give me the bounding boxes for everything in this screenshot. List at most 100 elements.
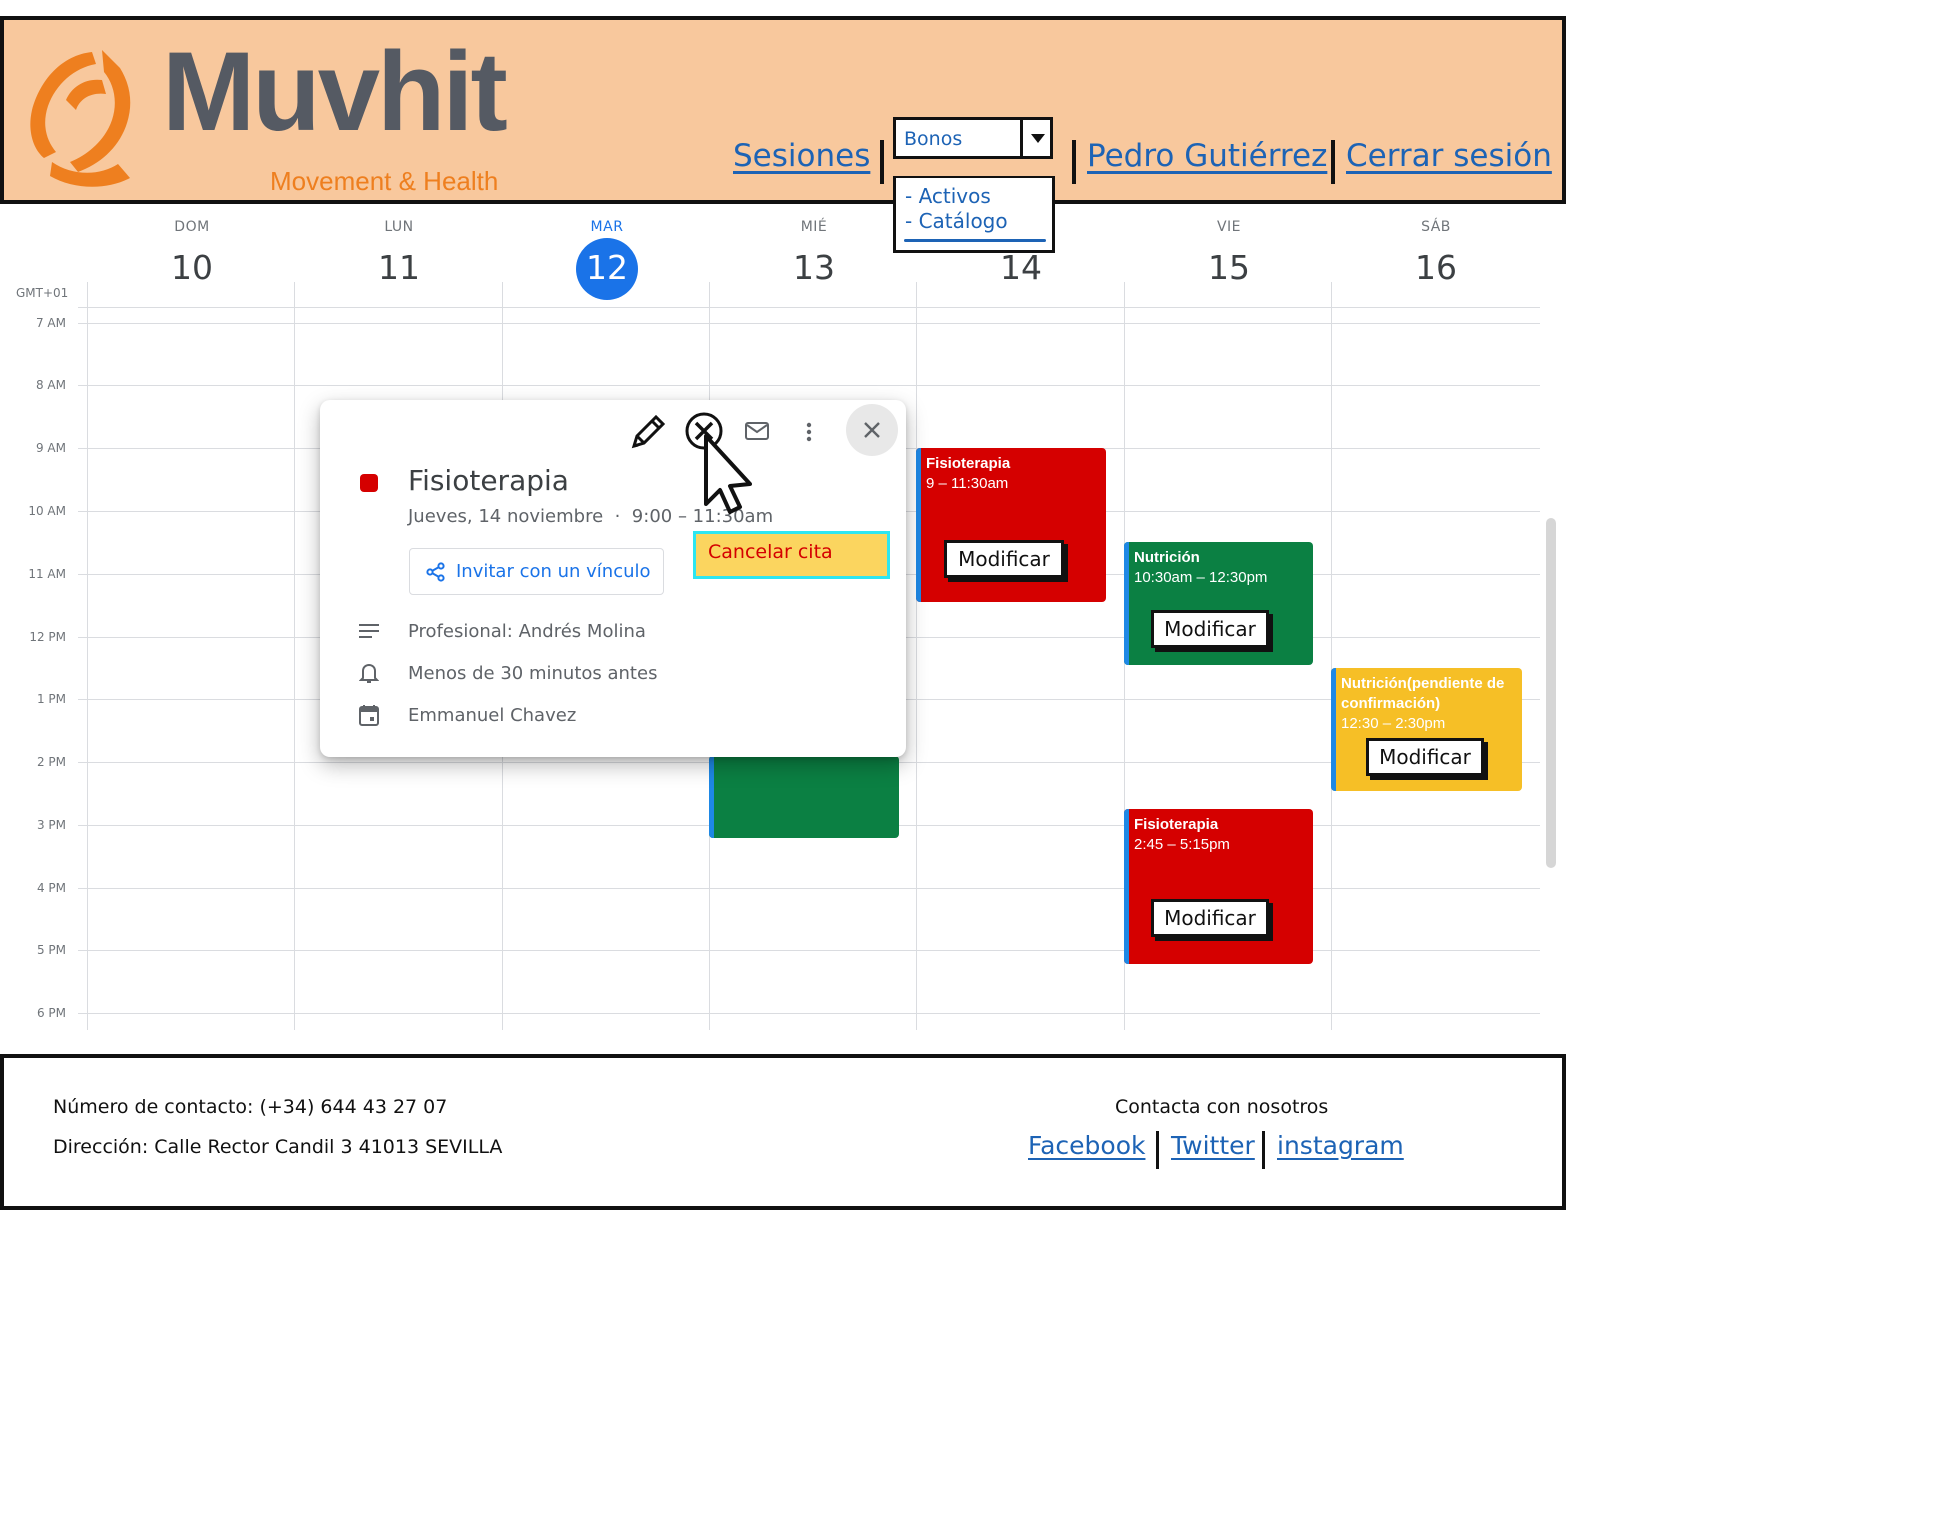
nav-separator xyxy=(1072,140,1076,184)
nav-link-user[interactable]: Pedro Gutiérrez xyxy=(1087,138,1327,175)
brand-tagline: Movement & Health xyxy=(270,166,499,196)
hour-label: 7 AM xyxy=(35,316,66,330)
modify-button[interactable]: Modificar xyxy=(1151,899,1269,937)
nav-separator xyxy=(880,140,884,184)
day-of-week: MIÉ xyxy=(800,219,828,235)
hour-line xyxy=(78,385,1540,386)
hour-label: 12 PM xyxy=(29,630,66,644)
event-title: Nutrición(pendiente de confirmación) xyxy=(1341,675,1505,712)
hour-label: 10 AM xyxy=(28,504,66,518)
day-of-week-today: MAR xyxy=(590,219,624,235)
invite-link-label: Invitar con un vínculo xyxy=(456,561,651,582)
calendar-event[interactable] xyxy=(709,756,899,838)
nav-link-logout[interactable]: Cerrar sesión xyxy=(1346,138,1552,175)
footer-link-facebook[interactable]: Facebook xyxy=(1028,1131,1145,1160)
day-number[interactable]: 13 xyxy=(764,246,864,290)
hour-line xyxy=(78,888,1540,889)
bonos-dropdown[interactable]: Bonos xyxy=(893,117,1053,159)
bonos-option-catalogo[interactable]: - Catálogo xyxy=(905,209,1008,233)
mouse-cursor-icon xyxy=(698,430,758,524)
day-number-today[interactable]: 12 xyxy=(557,246,657,290)
more-options-icon[interactable] xyxy=(798,419,820,449)
brand-name: Muvhit xyxy=(162,29,508,154)
day-number[interactable]: 11 xyxy=(349,246,449,290)
event-title: Fisioterapia xyxy=(1134,816,1219,833)
nav-separator xyxy=(1331,140,1335,184)
popup-professional-row: Profesional: Andrés Molina xyxy=(358,620,646,642)
event-time: 9 – 11:30am xyxy=(926,475,1009,492)
bell-icon xyxy=(358,662,380,684)
popup-event-date: Jueves, 14 noviembre xyxy=(408,506,604,527)
logo-swirl-icon xyxy=(30,50,131,187)
contact-heading: Contacta con nosotros xyxy=(1115,1096,1329,1118)
grid-header-line xyxy=(78,307,1540,308)
hour-label: 4 PM xyxy=(36,881,66,895)
grid-column-line xyxy=(1331,282,1332,1030)
hour-label: 8 AM xyxy=(35,378,66,392)
day-of-week: DOM xyxy=(174,219,210,235)
invite-link-button[interactable]: Invitar con un vínculo xyxy=(409,548,664,595)
day-number[interactable]: 15 xyxy=(1179,246,1279,290)
close-button[interactable] xyxy=(846,404,898,456)
footer-separator xyxy=(1156,1131,1159,1169)
popup-calendar-owner: Emmanuel Chavez xyxy=(408,704,577,726)
hour-label: 9 AM xyxy=(35,441,66,455)
calendar-event[interactable]: Nutrición(pendiente de confirmación) 12:… xyxy=(1331,668,1522,791)
footer-link-twitter[interactable]: Twitter xyxy=(1171,1131,1255,1160)
day-number[interactable]: 16 xyxy=(1386,246,1486,290)
grid-column-line xyxy=(294,282,295,1030)
hour-line xyxy=(78,323,1540,324)
event-stripe xyxy=(1124,809,1129,964)
grid-column-line xyxy=(87,282,88,1030)
hour-label: 11 AM xyxy=(28,567,66,581)
header: Muvhit Movement & Health Sesiones Pedro … xyxy=(0,16,1566,204)
calendar-event[interactable]: Fisioterapia 2:45 – 5:15pm Modificar xyxy=(1124,809,1313,964)
event-time: 2:45 – 5:15pm xyxy=(1134,836,1230,853)
popup-calendar-row: Emmanuel Chavez xyxy=(358,704,576,726)
modify-button[interactable]: Modificar xyxy=(944,540,1064,578)
calendar-icon xyxy=(358,704,380,726)
calendar-event[interactable]: Nutrición 10:30am – 12:30pm Modificar xyxy=(1124,542,1313,665)
nav-link-sesiones[interactable]: Sesiones xyxy=(733,138,870,175)
scrollbar[interactable] xyxy=(1546,518,1556,868)
chevron-down-icon[interactable] xyxy=(1020,120,1050,156)
event-stripe xyxy=(916,448,921,602)
contact-address: Dirección: Calle Rector Candil 3 41013 S… xyxy=(53,1136,503,1158)
grid-column-line xyxy=(916,282,917,1030)
brand-logo[interactable]: Muvhit Movement & Health xyxy=(22,30,512,200)
hour-label: 1 PM xyxy=(36,692,66,706)
popup-reminder-row: Menos de 30 minutos antes xyxy=(358,662,657,684)
calendar-event[interactable]: Fisioterapia 9 – 11:30am Modificar xyxy=(916,448,1106,602)
footer-link-instagram[interactable]: instagram xyxy=(1277,1131,1404,1160)
event-title: Nutrición xyxy=(1134,549,1200,566)
event-time: 12:30 – 2:30pm xyxy=(1341,715,1446,732)
contact-phone: Número de contacto: (+34) 644 43 27 07 xyxy=(53,1096,448,1118)
bonos-option-activos[interactable]: - Activos xyxy=(905,184,991,208)
event-stripe xyxy=(1124,542,1129,665)
day-of-week: SÁB xyxy=(1421,219,1451,235)
event-stripe xyxy=(709,756,714,838)
hour-line xyxy=(78,1013,1540,1014)
cancel-appointment-tooltip: Cancelar cita xyxy=(693,531,890,579)
separator-dot: · xyxy=(608,506,627,527)
hour-label: 5 PM xyxy=(36,943,66,957)
popup-reminder: Menos de 30 minutos antes xyxy=(408,662,658,684)
day-number[interactable]: 14 xyxy=(971,246,1071,290)
modify-button[interactable]: Modificar xyxy=(1366,738,1484,776)
day-of-week: LUN xyxy=(384,219,414,235)
bonos-dropdown-value: Bonos xyxy=(904,128,963,150)
hour-line xyxy=(78,950,1540,951)
hour-label: 3 PM xyxy=(36,818,66,832)
footer: Número de contacto: (+34) 644 43 27 07 D… xyxy=(0,1054,1566,1210)
hour-label: 2 PM xyxy=(36,755,66,769)
day-of-week: VIE xyxy=(1216,219,1242,235)
popup-event-title: Fisioterapia xyxy=(408,464,569,497)
event-stripe xyxy=(1331,668,1336,791)
description-icon xyxy=(358,620,380,642)
pencil-icon[interactable] xyxy=(626,410,670,458)
share-icon xyxy=(426,561,445,582)
day-number[interactable]: 10 xyxy=(142,246,242,290)
event-color-swatch xyxy=(360,474,378,492)
bonos-dropdown-menu: - Activos - Catálogo xyxy=(893,176,1055,253)
modify-button[interactable]: Modificar xyxy=(1151,610,1269,648)
